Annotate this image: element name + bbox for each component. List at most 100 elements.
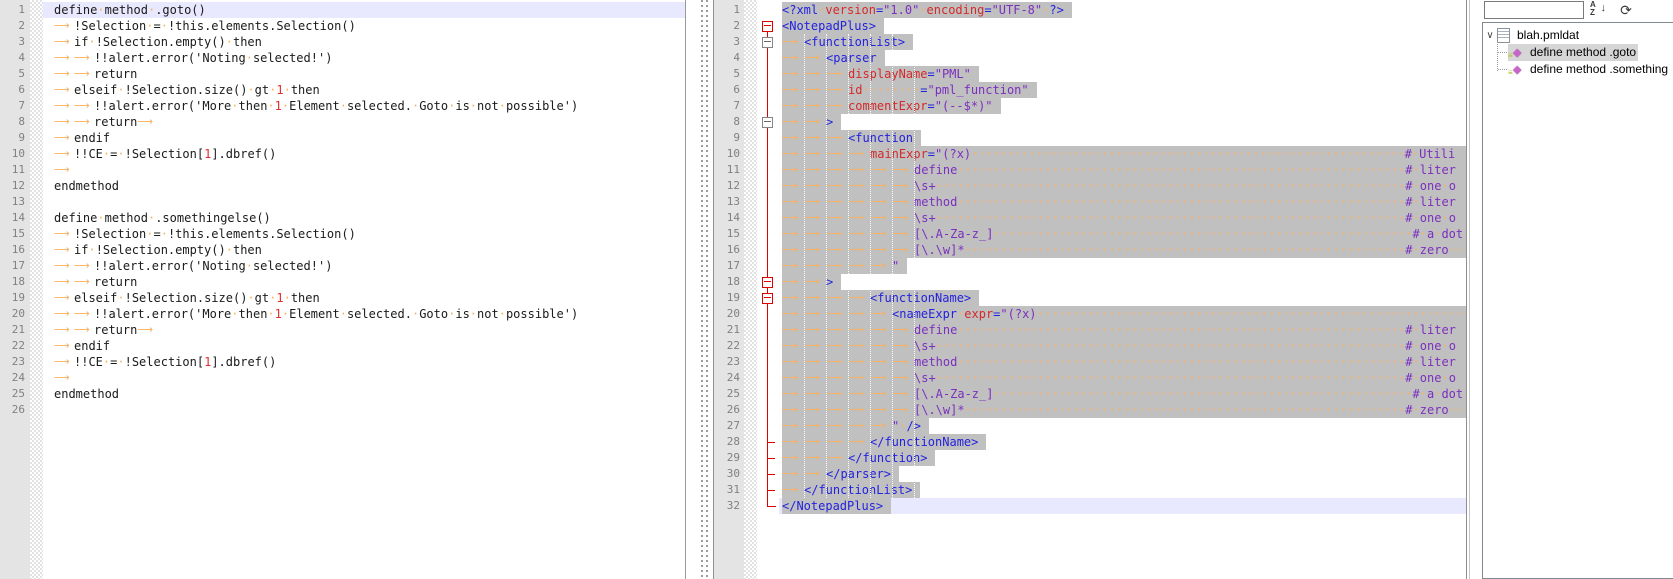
function-list-item[interactable]: ≡ ◆ define method .something bbox=[1493, 61, 1673, 78]
code-line[interactable]: ⟶ ⟶ return⟶ bbox=[43, 114, 685, 130]
code-line[interactable]: ⟶ ⟶ </parser> bbox=[779, 466, 1466, 482]
function-list-search-input[interactable] bbox=[1484, 1, 1584, 19]
code-token: # bbox=[1412, 387, 1420, 401]
code-line[interactable]: ⟶ ⟶ !!alert.error('More·then·1·Element·sel… bbox=[43, 98, 685, 114]
code-line[interactable]: ⟶ ⟶ ⟶ ⟶ ⟶ ⟶ [\.\w]*···························… bbox=[779, 402, 1466, 418]
code-token: !this.elements.Selection() bbox=[167, 19, 356, 33]
code-line[interactable]: ⟶ ⟶ ⟶ ⟶ ⟶ ⟶ define····························… bbox=[779, 322, 1466, 338]
code-line[interactable]: ⟶ ⟶ ⟶ ⟶ ⟶ ⟶ \s+·······························… bbox=[779, 370, 1466, 386]
code-line[interactable]: <?xml·version="1.0"·encoding="UTF-8"·?> bbox=[779, 2, 1466, 18]
code-line[interactable]: ⟶ ⟶ return bbox=[43, 66, 685, 82]
code-line[interactable]: ⟶ ⟶ ⟶ ⟶ ⟶ "·/> bbox=[779, 418, 1466, 434]
code-line[interactable]: ⟶ ⟶ > bbox=[779, 114, 1466, 130]
code-line[interactable]: ⟶ ⟶ return bbox=[43, 274, 685, 290]
right-editor-pane[interactable]: 1 2 3 4 5 6 7 8 9 10 11 12 13 14 15 16 17 18 19 20 21 22 23 24 2… bbox=[713, 0, 1467, 579]
code-line[interactable]: ⟶ </functionList> bbox=[779, 482, 1466, 498]
fold-margin[interactable] bbox=[757, 0, 779, 579]
left-editor-pane[interactable]: 1 2 3 4 5 6 7 8 9 10 11 12 13 14 15 16 17 18 19 20 21 22 23 24 2… bbox=[0, 0, 686, 579]
code-token: !Selection bbox=[74, 19, 147, 33]
code-token: ?> bbox=[1049, 3, 1064, 17]
code-line[interactable]: ⟶ ⟶ ⟶ ⟶ ⟶ ⟶ \s+·······························… bbox=[779, 338, 1466, 354]
code-line[interactable]: ⟶ ⟶ ⟶ ⟶ ⟶ ⟶ \s+·······························… bbox=[779, 178, 1466, 194]
code-token: is bbox=[455, 99, 470, 113]
space-whitespace-mark: · bbox=[1419, 387, 1427, 401]
code-line[interactable]: endmethod bbox=[43, 386, 685, 402]
code-line[interactable]: ⟶ ⟶ ⟶ id········="pml_function" bbox=[779, 82, 1466, 98]
code-line[interactable]: ⟶ ⟶ ⟶ </function> bbox=[779, 450, 1466, 466]
space-whitespace-mark: · bbox=[117, 291, 125, 305]
code-line[interactable]: ⟶ !!CE·=·!Selection[1].dbref() bbox=[43, 354, 685, 370]
code-line[interactable]: ⟶ ⟶ ⟶ ⟶ ⟶ ⟶ method····························… bbox=[779, 354, 1466, 370]
line-number: 22 bbox=[11, 339, 25, 352]
pane-splitter[interactable] bbox=[698, 0, 712, 579]
tree-file-row[interactable]: ∨ blah.pmldat bbox=[1483, 27, 1673, 44]
code-line[interactable]: ⟶ ⟶ ⟶ displayName="PML" bbox=[779, 66, 1466, 82]
tab-whitespace-mark: ⟶ bbox=[804, 419, 820, 432]
code-line[interactable] bbox=[43, 402, 685, 418]
code-line[interactable]: ⟶ elseif·!Selection.size()·gt·1·then bbox=[43, 82, 685, 98]
code-line[interactable]: define·method·.somethingelse() bbox=[43, 210, 685, 226]
tab-whitespace-mark: ⟶ bbox=[782, 35, 798, 48]
line-number: 22 bbox=[726, 339, 740, 352]
code-line[interactable]: ⟶ ⟶ ⟶ ⟶ </functionName> bbox=[779, 434, 1466, 450]
tab-whitespace-mark: ⟶ bbox=[782, 83, 798, 96]
code-line[interactable]: ⟶ ⟶ ⟶ ⟶ ⟶ " bbox=[779, 258, 1466, 274]
code-line[interactable]: ⟶ ⟶ !!alert.error('Noting·selected!') bbox=[43, 50, 685, 66]
code-line[interactable]: ⟶ if·!Selection.empty()·then bbox=[43, 34, 685, 50]
code-line[interactable]: ⟶ ⟶ > bbox=[779, 274, 1466, 290]
code-line[interactable]: ⟶ ⟶ !!alert.error('More·then·1·Element·sel… bbox=[43, 306, 685, 322]
code-line[interactable]: ⟶ ⟶ <parser bbox=[779, 50, 1466, 66]
tab-whitespace-mark: ⟶ bbox=[804, 211, 820, 224]
code-line[interactable]: ⟶ ⟶ ⟶ commentExpr="(--$*)" bbox=[779, 98, 1466, 114]
code-line[interactable]: ⟶ ⟶ return⟶ bbox=[43, 322, 685, 338]
chevron-down-icon[interactable]: ∨ bbox=[1483, 27, 1497, 44]
fold-collapse-box[interactable] bbox=[762, 293, 773, 304]
space-whitespace-mark: ········································… bbox=[971, 147, 1405, 161]
code-line[interactable]: ⟶ ⟶ ⟶ ⟶ ⟶ ⟶ [\.A-Za-z_]·······················… bbox=[779, 386, 1466, 402]
code-line[interactable]: ⟶ ⟶ ⟶ ⟶ ⟶ ⟶ \s+·······························… bbox=[779, 210, 1466, 226]
code-line[interactable]: </NotepadPlus> bbox=[779, 498, 1466, 514]
code-line[interactable]: ⟶ if·!Selection.empty()·then bbox=[43, 242, 685, 258]
tree-connector bbox=[1498, 69, 1507, 70]
code-line[interactable]: endmethod bbox=[43, 178, 685, 194]
code-line[interactable]: ⟶ ⟶ ⟶ ⟶ ⟶ ⟶ method····························… bbox=[779, 194, 1466, 210]
code-line[interactable]: define·method·.goto() bbox=[43, 2, 685, 18]
left-code-area[interactable]: define·method·.goto() ⟶ !Selection·=·!this… bbox=[43, 0, 685, 579]
tab-whitespace-mark: ⟶ bbox=[74, 67, 90, 80]
code-line[interactable]: ⟶ !Selection·=·!this.elements.Selection() bbox=[43, 226, 685, 242]
code-line[interactable] bbox=[43, 194, 685, 210]
code-token: selected. bbox=[346, 307, 412, 321]
code-line[interactable]: ⟶ bbox=[43, 370, 685, 386]
code-line[interactable]: ⟶ endif bbox=[43, 130, 685, 146]
tab-whitespace-mark: ⟶ bbox=[804, 467, 820, 480]
tab-whitespace-mark: ⟶ bbox=[870, 403, 886, 416]
code-line[interactable]: ⟶ ⟶ ⟶ ⟶ ⟶ ⟶ [\.\w]*···························… bbox=[779, 242, 1466, 258]
fold-collapse-box[interactable] bbox=[762, 277, 773, 288]
sort-az-button[interactable]: A Z ↓ bbox=[1588, 0, 1608, 19]
code-line[interactable]: ⟶ ⟶ ⟶ ⟶ <functionName> bbox=[779, 290, 1466, 306]
code-line[interactable]: ⟶ ⟶ ⟶ ⟶ mainExpr="(?x)······················… bbox=[779, 146, 1466, 162]
code-line[interactable]: ⟶ endif bbox=[43, 338, 685, 354]
fold-collapse-box[interactable] bbox=[762, 37, 773, 48]
code-line[interactable]: ⟶ bbox=[43, 162, 685, 178]
code-token: "UTF-8" bbox=[991, 3, 1043, 17]
fold-collapse-box[interactable] bbox=[762, 117, 773, 128]
code-line[interactable]: ⟶ ⟶ ⟶ ⟶ ⟶ <nameExpr·expr="(?x)···············… bbox=[779, 306, 1466, 322]
code-line[interactable]: ⟶ ⟶ ⟶ ⟶ ⟶ ⟶ [\.A-Za-z_]·······················… bbox=[779, 226, 1466, 242]
tab-whitespace-mark: ⟶ bbox=[782, 467, 798, 480]
function-list-item[interactable]: ≡ ◆ define method .goto bbox=[1493, 44, 1673, 61]
code-line[interactable]: ⟶ ⟶ ⟶ <function bbox=[779, 130, 1466, 146]
code-token: # bbox=[1412, 227, 1420, 241]
code-line[interactable]: ⟶ !Selection·=·!this.elements.Selection() bbox=[43, 18, 685, 34]
line-number: 18 bbox=[11, 275, 25, 288]
code-line[interactable]: ⟶ !!CE·=·!Selection[1].dbref() bbox=[43, 146, 685, 162]
code-line[interactable]: <NotepadPlus> bbox=[779, 18, 1466, 34]
code-line[interactable]: ⟶ ⟶ !!alert.error('Noting·selected!') bbox=[43, 258, 685, 274]
fold-collapse-box[interactable] bbox=[762, 21, 773, 32]
code-line[interactable]: ⟶ ⟶ ⟶ ⟶ ⟶ ⟶ define····························… bbox=[779, 162, 1466, 178]
function-list-tree[interactable]: ∨ blah.pmldat ≡ ◆ define method .goto ≡ ◆ def… bbox=[1482, 22, 1673, 579]
code-line[interactable]: ⟶ elseif·!Selection.size()·gt·1·then bbox=[43, 290, 685, 306]
code-line[interactable]: ⟶ <functionList> bbox=[779, 34, 1466, 50]
reload-button[interactable]: ⟳ bbox=[1616, 0, 1636, 19]
right-code-area[interactable]: <?xml·version="1.0"·encoding="UTF-8"·?> <… bbox=[779, 0, 1466, 579]
